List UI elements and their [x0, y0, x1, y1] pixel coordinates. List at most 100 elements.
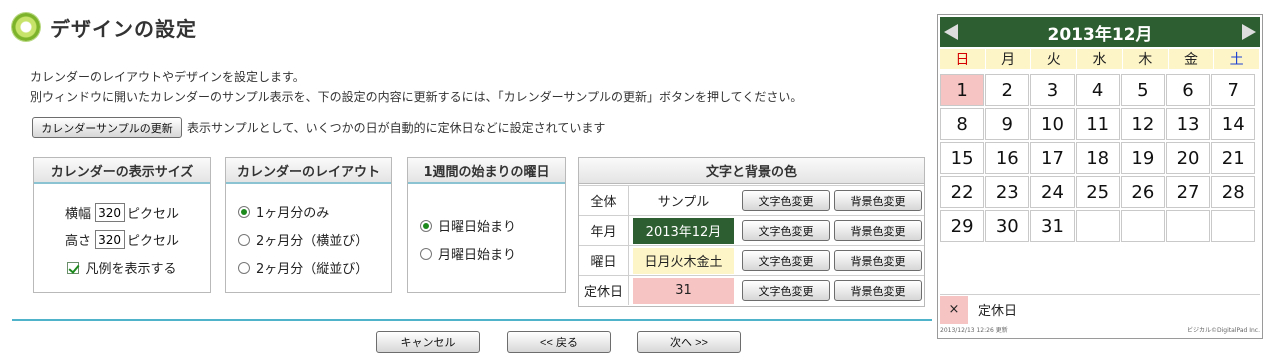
- layout-panel: カレンダーのレイアウト 1ヶ月分のみ 2ヶ月分（横並び） 2ヶ月分（縦並び）: [225, 157, 392, 293]
- calendar-week: 8 9 10 11 12 13 14: [940, 107, 1260, 141]
- bg-color-button[interactable]: 背景色変更: [834, 250, 922, 271]
- layout-header: カレンダーのレイアウト: [226, 158, 391, 184]
- design-settings-page: デザインの設定 カレンダーのレイアウトやデザインを設定します。 別ウィンドウに開…: [0, 0, 1273, 363]
- calendar-day[interactable]: 8: [940, 108, 985, 140]
- calendar-day[interactable]: 26: [1120, 176, 1165, 208]
- calendar-day[interactable]: 25: [1075, 176, 1120, 208]
- calendar-legend: × 定休日: [940, 294, 1260, 324]
- calendar-empty-cell: [1211, 210, 1256, 242]
- bg-color-button[interactable]: 背景色変更: [834, 190, 922, 211]
- calendar-day[interactable]: 22: [940, 176, 985, 208]
- week-start-sunday[interactable]: 日曜日始まり: [420, 216, 516, 235]
- text-color-button[interactable]: 文字色変更: [742, 250, 830, 271]
- calendar-day[interactable]: 2: [985, 74, 1030, 106]
- radio-selected-icon[interactable]: [238, 205, 250, 218]
- calendar-day[interactable]: 15: [940, 142, 985, 174]
- radio-icon[interactable]: [238, 233, 250, 246]
- calendar-day[interactable]: 6: [1165, 74, 1211, 106]
- calendar-preview: 2013年12月 日月火水木金土 1 2 3 4 5 6 7 8 9 10 11 12 13 14 15 16…: [937, 14, 1263, 339]
- calendar-day[interactable]: 18: [1075, 142, 1120, 174]
- layout-option-1[interactable]: 1ヶ月分のみ: [238, 202, 329, 221]
- radio-icon[interactable]: [238, 261, 250, 274]
- week-start-header: 1週間の始まりの曜日: [408, 158, 565, 184]
- color-row-label: 曜日: [579, 246, 629, 275]
- calendar-day[interactable]: 5: [1120, 74, 1165, 106]
- page-title: デザインの設定: [50, 16, 197, 41]
- week-start-label: 日曜日始まり: [438, 220, 517, 235]
- color-sample: サンプル: [657, 195, 710, 210]
- calendar-day[interactable]: 4: [1075, 74, 1120, 106]
- color-row-label: 年月: [579, 216, 629, 245]
- height-input[interactable]: [95, 230, 125, 249]
- prev-month-icon[interactable]: [944, 24, 958, 40]
- calendar-day[interactable]: 9: [985, 108, 1030, 140]
- layout-option-3[interactable]: 2ヶ月分（縦並び）: [238, 258, 368, 277]
- calendar-week: 22 23 24 25 26 27 28: [940, 175, 1260, 209]
- calendar-day[interactable]: 21: [1211, 142, 1256, 174]
- height-label: 高さ: [64, 234, 91, 249]
- calendar-day[interactable]: 30: [985, 210, 1030, 242]
- layout-option-2[interactable]: 2ヶ月分（横並び）: [238, 230, 368, 249]
- text-color-button[interactable]: 文字色変更: [742, 280, 830, 301]
- week-start-monday[interactable]: 月曜日始まり: [420, 244, 516, 263]
- calendar-day[interactable]: 16: [985, 142, 1030, 174]
- weekday-label: 水: [1077, 49, 1123, 69]
- calendar-week: 1234567: [940, 73, 1260, 107]
- calendar-header: 2013年12月: [940, 17, 1260, 47]
- bg-color-button[interactable]: 背景色変更: [834, 280, 922, 301]
- calendar-day[interactable]: 11: [1075, 108, 1120, 140]
- back-button[interactable]: << 戻る: [507, 331, 611, 353]
- calendar-week: 29 30 31: [940, 209, 1260, 243]
- weekday-label: 木: [1122, 49, 1169, 69]
- color-row-all: 全体 サンプル 文字色変更 背景色変更: [579, 185, 924, 215]
- calendar-day[interactable]: 29: [940, 210, 985, 242]
- radio-icon[interactable]: [420, 247, 432, 260]
- update-sample-button[interactable]: カレンダーサンプルの更新: [32, 117, 182, 138]
- weekday-row: 日月火水木金土: [940, 49, 1261, 69]
- calendar-day[interactable]: 17: [1030, 142, 1075, 174]
- calendar-day[interactable]: 13: [1165, 108, 1211, 140]
- color-row-weekday: 曜日 日月火木金土 文字色変更 背景色変更: [579, 245, 924, 275]
- text-color-button[interactable]: 文字色変更: [742, 190, 830, 211]
- color-sample: 2013年12月: [633, 217, 734, 244]
- height-unit: ピクセル: [127, 234, 180, 249]
- calendar-empty-cell: [1165, 210, 1211, 242]
- display-size-header: カレンダーの表示サイズ: [34, 158, 210, 184]
- weekday-label: 月: [985, 49, 1032, 69]
- bg-color-button[interactable]: 背景色変更: [834, 220, 922, 241]
- calendar-day[interactable]: 1: [940, 74, 985, 106]
- calendar-day[interactable]: 23: [985, 176, 1030, 208]
- calendar-day[interactable]: 20: [1165, 142, 1211, 174]
- sample-note: 表示サンプルとして、いくつかの日が自動的に定休日などに設定されています: [187, 121, 606, 135]
- calendar-day[interactable]: 7: [1211, 74, 1256, 106]
- calendar-day[interactable]: 3: [1030, 74, 1075, 106]
- calendar-updated: 2013/12/13 12:26 更新: [940, 327, 1008, 334]
- calendar-day[interactable]: 28: [1211, 176, 1256, 208]
- weekday-label: 土: [1214, 49, 1261, 69]
- next-month-icon[interactable]: [1242, 24, 1256, 40]
- calendar-empty-cell: [1120, 210, 1165, 242]
- legend-checkbox-row[interactable]: 凡例を表示する: [34, 258, 210, 277]
- width-row: 横幅 ピクセル: [34, 203, 210, 222]
- calendar-day[interactable]: 12: [1120, 108, 1165, 140]
- calendar-empty-cell: [1075, 210, 1120, 242]
- color-row-holiday: 定休日 31 文字色変更 背景色変更: [579, 275, 924, 305]
- calendar-day[interactable]: 14: [1211, 108, 1256, 140]
- layout-option-label: 2ヶ月分（横並び）: [256, 234, 369, 249]
- calendar-day[interactable]: 27: [1165, 176, 1211, 208]
- height-row: 高さ ピクセル: [34, 230, 210, 249]
- next-button[interactable]: 次へ >>: [637, 331, 741, 353]
- width-input[interactable]: [95, 203, 125, 222]
- legend-checkbox[interactable]: [67, 261, 80, 274]
- calendar-day[interactable]: 24: [1030, 176, 1075, 208]
- calendar-day[interactable]: 31: [1030, 210, 1075, 242]
- text-color-button[interactable]: 文字色変更: [742, 220, 830, 241]
- color-sample: 日月火木金土: [633, 247, 734, 274]
- legend-checkbox-label: 凡例を表示する: [85, 262, 177, 277]
- radio-selected-icon[interactable]: [420, 219, 432, 232]
- calendar-day[interactable]: 19: [1120, 142, 1165, 174]
- weekday-label: 日: [940, 49, 986, 69]
- calendar-day[interactable]: 10: [1030, 108, 1075, 140]
- width-unit: ピクセル: [127, 207, 180, 222]
- cancel-button[interactable]: キャンセル: [376, 331, 480, 353]
